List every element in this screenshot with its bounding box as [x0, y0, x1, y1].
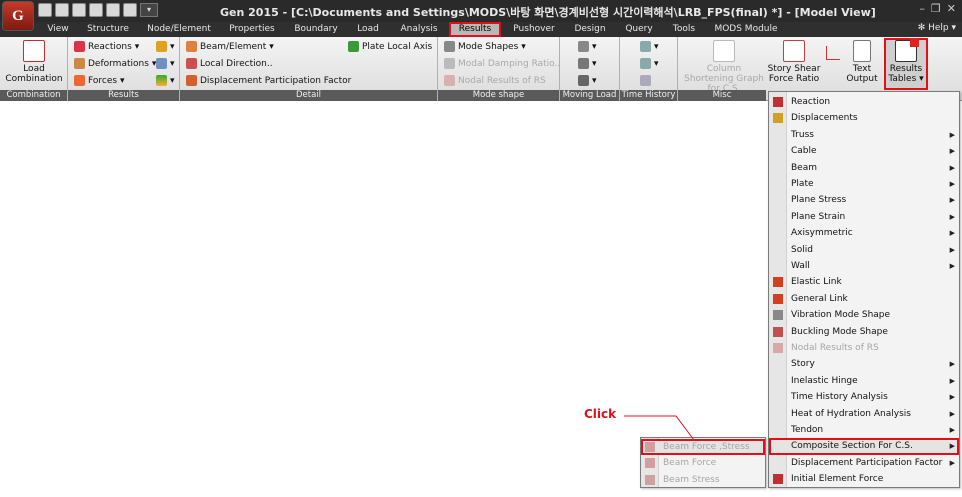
click-annotation-leader	[624, 415, 695, 441]
app-logo[interactable]: G	[2, 1, 34, 31]
